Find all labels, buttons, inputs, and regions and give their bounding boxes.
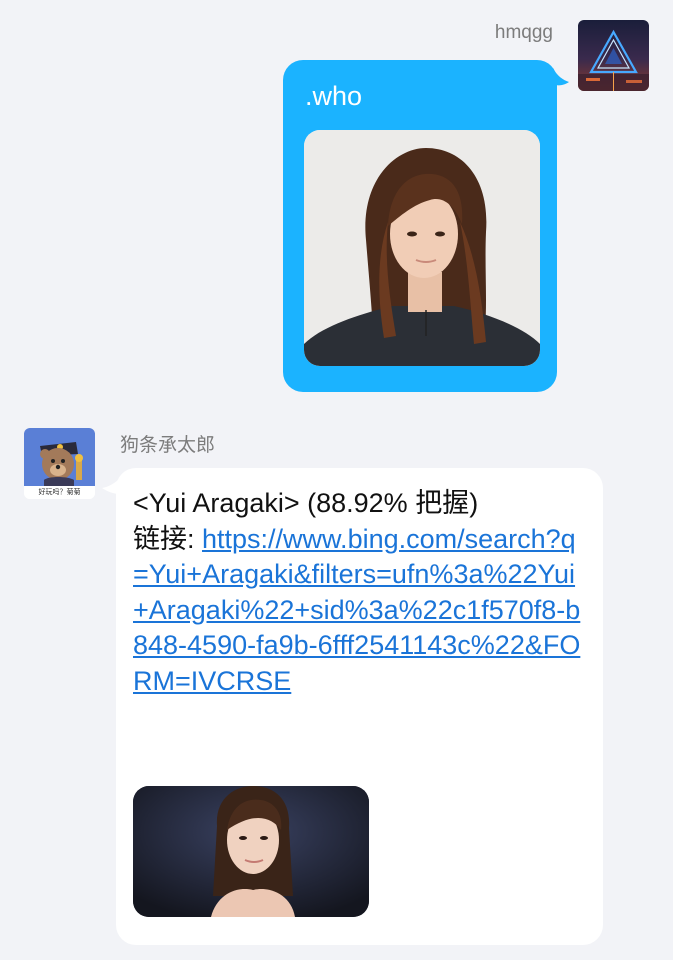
- outgoing-avatar[interactable]: [578, 20, 649, 91]
- incoming-avatar[interactable]: 好玩吗？菊菊: [24, 428, 95, 499]
- incoming-sender-name: 狗条承太郎: [120, 435, 216, 456]
- recognition-result: <Yui Aragaki> (88.92% 把握): [133, 488, 479, 518]
- chat-screen: hmqgg .who 好玩吗？菊菊 狗条承太郎 <Yui Aragaki> (8…: [0, 0, 673, 960]
- incoming-message-bubble[interactable]: <Yui Aragaki> (88.92% 把握) 链接: https://ww…: [116, 468, 603, 945]
- incoming-message-text: <Yui Aragaki> (88.92% 把握) 链接: https://ww…: [133, 486, 588, 699]
- portrait-photo-dark-icon: [133, 786, 369, 917]
- link-label: 链接:: [133, 523, 203, 554]
- outgoing-photo[interactable]: [304, 130, 540, 366]
- outgoing-sender-name: hmqgg: [494, 22, 553, 43]
- link-line: 链接: https://www.bing.com/search?q=Yui+Ar…: [133, 522, 588, 700]
- avatar-caption: 好玩吗？菊菊: [38, 488, 81, 496]
- outgoing-message-bubble[interactable]: .who: [283, 60, 557, 392]
- neon-triangle-avatar-icon: [578, 20, 649, 91]
- portrait-photo-icon: [304, 130, 540, 366]
- outgoing-message-text: .who: [305, 81, 363, 111]
- incoming-photo[interactable]: [133, 786, 369, 917]
